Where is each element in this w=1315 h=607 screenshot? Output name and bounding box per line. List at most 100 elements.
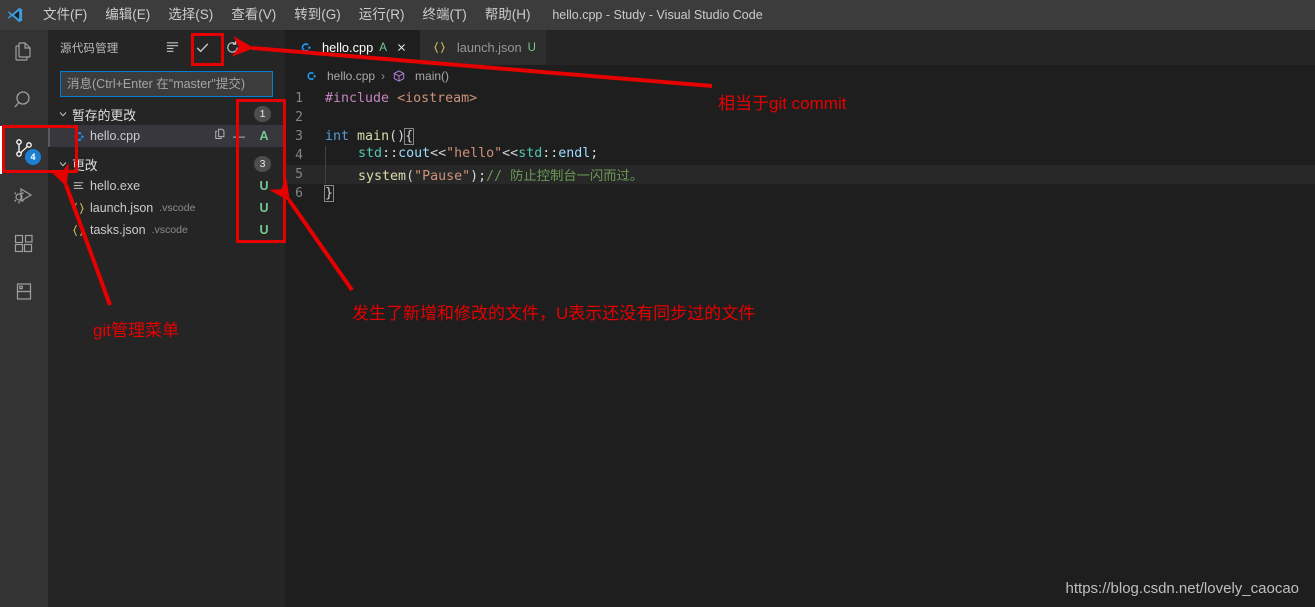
tab-hello-cpp[interactable]: hello.cpp A [285, 30, 420, 65]
tab-label: launch.json [456, 40, 522, 55]
code-line: 3 int main(){ [285, 127, 1315, 146]
close-icon[interactable] [394, 40, 410, 56]
code-text: system("Pause");// 防止控制台一闪而过。 [325, 165, 643, 184]
scm-resource-status: A [259, 129, 269, 143]
menu-run[interactable]: 运行(R) [350, 3, 414, 27]
menu-help[interactable]: 帮助(H) [476, 3, 540, 27]
commit-message-input[interactable] [67, 77, 266, 91]
tab-git-status: A [379, 41, 387, 54]
code-line: 1 #include <iostream> [285, 89, 1315, 108]
scm-group-staged-label: 暂存的更改 [72, 107, 136, 123]
line-number: 2 [295, 110, 303, 125]
breadcrumb-item-symbol[interactable]: main() [415, 69, 449, 83]
line-number: 1 [295, 91, 303, 106]
code-line: 2 [285, 108, 1315, 127]
scm-more-actions-button[interactable] [253, 39, 271, 57]
cpp-file-icon [297, 40, 313, 56]
code-editor[interactable]: 1 #include <iostream> 2 3 int main(){ 4 … [285, 87, 1315, 203]
activity-extensions[interactable] [0, 222, 48, 270]
activity-source-control[interactable]: 4 [0, 126, 48, 174]
scm-actions [163, 39, 277, 57]
tab-launch-json[interactable]: launch.json U [419, 30, 546, 65]
vscode-logo-icon [0, 0, 30, 30]
scm-title: 源代码管理 [60, 42, 119, 55]
scm-refresh-button[interactable] [223, 39, 241, 57]
explorer-files-icon [12, 40, 36, 69]
source-control-panel: 源代码管理 消息(Ctrl+Enter 在"master"提交) 暂存的更改 1… [48, 30, 285, 607]
scm-resource-status: U [259, 201, 269, 215]
activity-explorer[interactable] [0, 30, 48, 78]
line-number: 6 [295, 186, 303, 201]
code-text: int main(){ [325, 128, 415, 145]
activity-bar: 4 [0, 30, 48, 607]
json-file-icon [70, 200, 86, 216]
line-number: 3 [295, 129, 303, 144]
scm-resource-actions: — [213, 127, 245, 146]
menu-edit[interactable]: 编辑(E) [96, 3, 159, 27]
scm-group-changes-label: 更改 [72, 157, 98, 173]
activity-search[interactable] [0, 78, 48, 126]
breadcrumb: hello.cpp › main() [285, 65, 1315, 87]
blog-url-watermark: https://blog.csdn.net/lovely_caocao [1065, 580, 1299, 597]
search-icon [12, 88, 36, 117]
unstage-icon[interactable]: — [233, 129, 245, 143]
scm-resource-name: tasks.json [90, 223, 146, 237]
menu-terminal[interactable]: 终端(T) [414, 3, 476, 27]
json-file-icon [70, 222, 86, 238]
json-file-icon [432, 40, 448, 56]
scm-resource-description: .vscode [159, 202, 196, 214]
chevron-right-icon: › [381, 69, 386, 83]
menu-selection[interactable]: 选择(S) [159, 3, 222, 27]
tab-label: hello.cpp [322, 40, 374, 55]
editor-tab-bar: hello.cpp A launch.json U [285, 30, 1315, 65]
menu-go[interactable]: 转到(G) [285, 3, 350, 27]
scm-commit-button[interactable] [193, 39, 211, 57]
exe-file-icon [70, 178, 86, 194]
open-changes-icon[interactable] [213, 127, 227, 146]
commit-message-box[interactable] [60, 71, 273, 97]
scm-resource-hello-cpp[interactable]: hello.cpp — A [48, 125, 285, 147]
scm-group-changes[interactable]: 更改 3 [48, 153, 285, 175]
line-number: 4 [295, 148, 303, 163]
chevron-down-icon [56, 157, 70, 171]
code-text: } [323, 185, 335, 202]
code-line: 6 } [285, 184, 1315, 203]
remote-explorer-icon [12, 280, 36, 309]
line-number: 5 [295, 167, 303, 182]
menu-bar: 文件(F) 编辑(E) 选择(S) 查看(V) 转到(G) 运行(R) 终端(T… [34, 3, 540, 27]
scm-resource-description: .vscode [151, 224, 188, 236]
menu-view[interactable]: 查看(V) [222, 3, 285, 27]
menu-file[interactable]: 文件(F) [34, 3, 96, 27]
vscode-window: 文件(F) 编辑(E) 选择(S) 查看(V) 转到(G) 运行(R) 终端(T… [0, 0, 1315, 607]
scm-view-mode-button[interactable] [163, 39, 181, 57]
run-debug-icon [12, 184, 36, 213]
activity-run-debug[interactable] [0, 174, 48, 222]
scm-group-staged-count: 1 [254, 106, 271, 122]
chevron-down-icon [56, 107, 70, 121]
cpp-file-icon [303, 68, 319, 84]
scm-resource-name: hello.cpp [90, 129, 141, 143]
tab-git-status: U [527, 41, 536, 54]
symbol-method-icon [391, 68, 407, 84]
scm-resource-name: launch.json [90, 201, 154, 215]
scm-resource-hello-exe[interactable]: hello.exe U [48, 175, 285, 197]
code-line: 5 system("Pause");// 防止控制台一闪而过。 [285, 165, 1315, 184]
scm-resource-tasks-json[interactable]: tasks.json .vscode U [48, 219, 285, 241]
scm-header: 源代码管理 [48, 30, 285, 65]
scm-resource-launch-json[interactable]: launch.json .vscode U [48, 197, 285, 219]
code-text: #include <iostream> [325, 91, 478, 106]
scm-resource-name: hello.exe [90, 179, 141, 193]
editor-area: hello.cpp A launch.json U hello.cpp › ma… [285, 30, 1315, 607]
source-control-badge: 4 [25, 149, 41, 165]
scm-resource-status: U [259, 223, 269, 237]
activity-remote-explorer[interactable] [0, 270, 48, 318]
title-bar: 文件(F) 编辑(E) 选择(S) 查看(V) 转到(G) 运行(R) 终端(T… [0, 0, 1315, 30]
code-text: std::cout<<"hello"<<std::endl; [325, 146, 598, 165]
code-line: 4 std::cout<<"hello"<<std::endl; [285, 146, 1315, 165]
extensions-icon [12, 232, 36, 261]
scm-resource-status: U [259, 179, 269, 193]
scm-group-staged[interactable]: 暂存的更改 1 [48, 103, 285, 125]
scm-group-changes-count: 3 [254, 156, 271, 172]
breadcrumb-item-file[interactable]: hello.cpp [327, 69, 375, 83]
cpp-file-icon [70, 128, 86, 144]
